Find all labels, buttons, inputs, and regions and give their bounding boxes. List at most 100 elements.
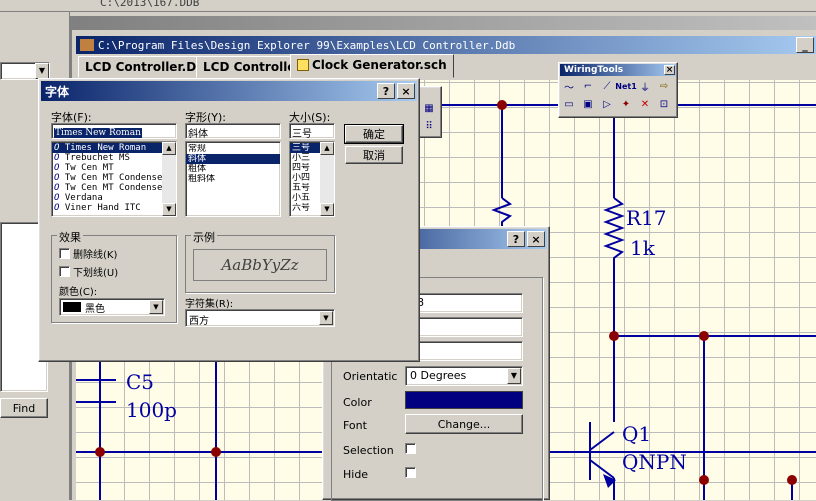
ok-button[interactable]: 确定 [344, 124, 404, 144]
font-style-list[interactable]: 常规 斜体 粗体 粗斜体 [185, 141, 281, 217]
properties-field-2[interactable]: 4 [405, 317, 523, 337]
sheet-symbol-icon[interactable]: ▣ [580, 97, 596, 111]
document-tabs: LCD Controller.Ddb LCD Controller Clock … [76, 54, 816, 80]
strikeout-checkbox[interactable] [59, 248, 70, 259]
tab-clock-generator-sch[interactable]: Clock Generator.sch [290, 54, 454, 78]
net-label-icon[interactable]: Net1 [615, 79, 637, 93]
array-icon[interactable]: ⠿ [421, 119, 437, 133]
scroll-up-icon[interactable]: ▲ [320, 142, 334, 155]
main-window-titlebar[interactable]: C:\Program Files\Design Explorer 99\Exam… [76, 36, 816, 54]
font-item: Trebuchet MS [64, 153, 130, 163]
truetype-icon: O [54, 163, 65, 173]
list-item[interactable]: 粗体 [186, 164, 280, 174]
size-list-scrollbar[interactable]: ▲ ▼ [320, 142, 334, 216]
c5-designator[interactable]: C5 [126, 370, 154, 394]
font-close-button[interactable]: × [397, 83, 415, 99]
close-icon: × [665, 64, 674, 75]
font-item: Verdana [64, 193, 103, 203]
list-item[interactable]: O Tw Cen MT Condense [52, 173, 176, 183]
font-name-value: Times New Roman [54, 128, 142, 138]
list-item[interactable]: 斜体 [186, 154, 280, 164]
schematic-doc-icon [297, 59, 309, 71]
orientation-select[interactable]: 0 Degrees ▼ [405, 366, 523, 386]
orientation-value: 0 Degrees [410, 369, 467, 382]
top-toolbar-title: C:\2013\167.DDB [100, 0, 200, 9]
chevron-down-icon[interactable]: ▼ [507, 368, 521, 384]
list-item[interactable]: O Tw Cen MT Condense [52, 183, 176, 193]
list-item[interactable]: O Verdana [52, 193, 176, 203]
find-button[interactable]: Find [0, 398, 48, 418]
font-item: Tw Cen MT Condense [64, 183, 163, 193]
cancel-button[interactable]: 取消 [345, 146, 403, 164]
scroll-down-icon[interactable]: ▼ [162, 203, 176, 216]
wiring-tools-titlebar[interactable]: WiringTools × [560, 64, 676, 76]
sample-preview: AaBbYyZz [193, 249, 327, 281]
bus-icon[interactable]: ⌐ [580, 79, 596, 93]
wire-icon[interactable]: 〜 [561, 79, 577, 94]
font-name-list[interactable]: O Times New Roman O Trebuchet MS O Tw Ce… [51, 141, 177, 217]
list-item[interactable]: O Trebuchet MS [52, 153, 176, 163]
underline-checkbox[interactable] [59, 266, 70, 277]
app-icon [80, 39, 94, 51]
q1-designator[interactable]: Q1 [622, 422, 651, 446]
outer-window-titlebar [72, 16, 816, 30]
font-name-input[interactable]: Times New Roman [51, 123, 177, 139]
close-icon: × [401, 84, 411, 98]
no-erc-icon[interactable]: ✕ [637, 97, 653, 111]
ok-button-label: 确定 [363, 128, 385, 141]
r17-designator[interactable]: R17 [626, 206, 667, 230]
font-style-input[interactable]: 斜体 [185, 123, 281, 140]
hide-label: Hide [343, 468, 369, 481]
font-dialog-titlebar[interactable]: 字体 ? × [41, 81, 417, 101]
properties-field-3[interactable]: 7 [405, 341, 523, 361]
r17-value[interactable]: 1k [630, 236, 655, 260]
sheet-entry-icon[interactable]: ▷ [599, 97, 615, 111]
strikeout-label: 删除线(K) [73, 250, 118, 261]
chevron-down-icon[interactable]: ▼ [35, 63, 49, 79]
power-port-icon[interactable]: ⇨ [656, 79, 672, 93]
properties-field-1[interactable]: 18 [405, 293, 523, 313]
grid-icon[interactable]: ▦ [421, 101, 437, 115]
wiring-tools-palette: WiringTools × 〜 ⌐ ⟋ Net1 ⏚ ⇨ ▭ ▣ ▷ ✦ ✕ ⊡ [558, 62, 678, 118]
close-icon: × [531, 232, 541, 246]
properties-close-button[interactable]: × [527, 231, 545, 247]
font-help-button[interactable]: ? [377, 83, 395, 99]
wiring-tools-close-button[interactable]: × [664, 65, 675, 75]
properties-help-button[interactable]: ? [507, 231, 525, 247]
minimize-button[interactable]: _ [796, 37, 814, 53]
orientation-label: Orientatic [343, 370, 398, 383]
scroll-down-icon[interactable]: ▼ [320, 203, 334, 216]
main-window-title: C:\Program Files\Design Explorer 99\Exam… [98, 38, 516, 52]
list-item[interactable]: 粗斜体 [186, 174, 280, 184]
truetype-icon: O [54, 153, 65, 163]
selection-checkbox[interactable] [405, 443, 416, 454]
list-item[interactable]: O Viner Hand ITC [52, 203, 176, 213]
bus-entry-icon[interactable]: ⟋ [599, 79, 615, 93]
chevron-down-icon[interactable]: ▼ [149, 300, 163, 314]
scroll-up-icon[interactable]: ▲ [162, 142, 176, 155]
wiring-tools-row-1: 〜 ⌐ ⟋ Net1 ⏚ ⇨ [561, 79, 672, 94]
chevron-down-icon[interactable]: ▼ [319, 311, 333, 325]
truetype-icon: O [54, 183, 65, 193]
font-color-select[interactable]: 黑色 ▼ [59, 298, 165, 316]
color-swatch[interactable] [405, 391, 523, 409]
change-font-button[interactable]: Change... [405, 414, 523, 434]
font-dialog-title: 字体 [45, 84, 70, 99]
font-list-scrollbar[interactable]: ▲ ▼ [162, 142, 176, 216]
list-item[interactable]: O Tw Cen MT [52, 163, 176, 173]
font-size-value: 三号 [292, 129, 312, 140]
junction-icon[interactable]: ✦ [618, 97, 634, 111]
tab-label: LCD Controller.Ddb [85, 60, 214, 74]
part-icon[interactable]: ▭ [561, 97, 577, 111]
port-icon[interactable]: ⊡ [656, 97, 672, 111]
hide-checkbox[interactable] [405, 467, 416, 478]
c5-value[interactable]: 100p [126, 398, 177, 422]
list-item[interactable]: O Times New Roman [52, 143, 176, 153]
font-size-list[interactable]: 三号 小三 四号 小四 五号 小五 六号 ▲ ▼ [289, 141, 335, 217]
ground-icon[interactable]: ⏚ [637, 79, 653, 94]
q1-value[interactable]: QNPN [622, 450, 687, 474]
list-item[interactable]: 常规 [186, 144, 280, 154]
font-size-input[interactable]: 三号 [289, 123, 335, 140]
charset-select[interactable]: 西方 ▼ [185, 309, 335, 327]
color-label: 颜色(C): [59, 287, 98, 298]
